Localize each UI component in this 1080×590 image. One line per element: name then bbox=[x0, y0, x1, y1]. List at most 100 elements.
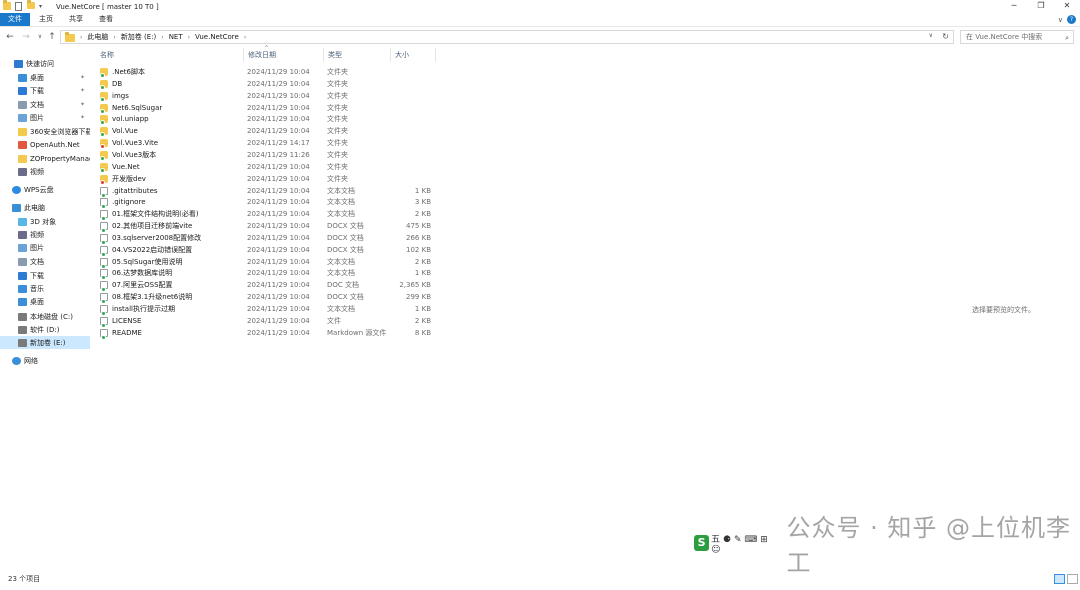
sidebar-item[interactable]: 新加卷 (E:) bbox=[0, 336, 90, 349]
file-row[interactable]: 02.其他项目迁移前端vite 2024/11/29 10:04 DOCX 文档 47… bbox=[96, 220, 440, 234]
file-size: 1 KB bbox=[414, 186, 431, 195]
document-icon bbox=[18, 100, 27, 109]
file-row[interactable]: install执行提示过期 2024/11/29 10:04 文本文档 1 KB bbox=[96, 303, 440, 316]
large-icons-view-button[interactable] bbox=[1067, 574, 1078, 584]
folder-icon bbox=[100, 91, 108, 102]
sidebar-item-label: 软件 (D:) bbox=[30, 325, 60, 334]
file-row[interactable]: Vol.Vue3.Vite 2024/11/29 14:17 文件夹 bbox=[96, 137, 440, 150]
tab-share[interactable]: 共享 bbox=[64, 13, 88, 26]
breadcrumb-drive-e[interactable]: 新加卷 (E:) bbox=[121, 32, 156, 42]
folder-icon bbox=[18, 154, 27, 163]
sidebar-item[interactable]: 图片 ✦ bbox=[0, 111, 90, 124]
file-name: Vue.Net bbox=[112, 162, 140, 171]
sidebar-item[interactable]: 桌面 bbox=[0, 295, 90, 308]
file-row[interactable]: DB 2024/11/29 10:04 文件夹 bbox=[96, 78, 440, 90]
back-button[interactable]: ← bbox=[4, 31, 16, 43]
sidebar-item[interactable]: 此电脑 bbox=[0, 201, 90, 214]
sidebar-item[interactable]: 360安全浏览器下载 bbox=[0, 125, 90, 138]
file-icon bbox=[100, 210, 108, 222]
file-name: .gitattributes bbox=[112, 186, 158, 195]
search-input[interactable]: 在 Vue.NetCore 中搜索 ⌕ bbox=[960, 30, 1074, 44]
sidebar-item-label: 下载 bbox=[30, 271, 44, 280]
quick-access-dropdown-icon[interactable]: ▾ bbox=[39, 2, 48, 11]
close-button[interactable]: ✕ bbox=[1054, 0, 1080, 13]
recent-locations-button[interactable]: ∨ bbox=[34, 31, 46, 43]
file-row[interactable]: 08.框架3.1升级net6说明 2024/11/29 10:04 DOCX 文档 2… bbox=[96, 291, 440, 305]
column-header-size[interactable]: 大小 bbox=[391, 48, 436, 62]
sidebar-item[interactable]: 快速访问 bbox=[0, 57, 90, 70]
file-date: 2024/11/29 10:04 bbox=[247, 79, 310, 88]
maximize-button[interactable]: ❐ bbox=[1028, 0, 1054, 13]
sidebar-item[interactable]: 音乐 bbox=[0, 282, 90, 295]
file-type: 文本文档 bbox=[327, 186, 355, 195]
file-row[interactable]: Vue.Net 2024/11/29 10:04 文件夹 bbox=[96, 161, 440, 173]
forward-button[interactable]: → bbox=[20, 31, 32, 43]
sidebar-item[interactable]: 视频 bbox=[0, 165, 90, 178]
file-type: 文本文档 bbox=[327, 305, 355, 313]
file-row[interactable]: README 2024/11/29 10:04 Markdown 源文件 8 KB bbox=[96, 327, 440, 340]
file-row[interactable]: Vol.Vue 2024/11/29 10:04 文件夹 bbox=[96, 125, 440, 138]
file-size bbox=[393, 90, 431, 102]
sidebar-item[interactable]: ZOPropertyManag bbox=[0, 152, 90, 165]
file-row[interactable]: 01.框架文件结构说明(必看) 2024/11/29 10:04 文本文档 2 KB bbox=[96, 208, 440, 222]
sidebar-item[interactable]: 图片 bbox=[0, 241, 90, 254]
column-header-type[interactable]: 类型 bbox=[324, 48, 391, 62]
sidebar-item[interactable]: 下载 ✦ bbox=[0, 84, 90, 97]
file-size bbox=[393, 161, 431, 173]
address-dropdown-icon[interactable]: ∨ bbox=[929, 32, 933, 39]
breadcrumb-net[interactable]: NET bbox=[169, 33, 183, 41]
breadcrumb-this-pc[interactable]: 此电脑 bbox=[87, 32, 108, 42]
address-bar[interactable]: › 此电脑 › 新加卷 (E:) › NET › Vue.NetCore › ∨… bbox=[60, 30, 954, 44]
search-icon[interactable]: ⌕ bbox=[1065, 32, 1069, 44]
file-row[interactable]: 07.阿里云OSS配置 2024/11/29 10:04 DOC 文档 2,365 K… bbox=[96, 279, 440, 293]
ribbon-expand-icon[interactable]: ∨ bbox=[1058, 16, 1063, 24]
file-row[interactable]: .gitattributes 2024/11/29 10:04 文本文档 1 KB bbox=[96, 185, 440, 198]
file-row[interactable]: 04.VS2022启动错误配置 2024/11/29 10:04 DOCX 文档 10… bbox=[96, 244, 440, 257]
drive-icon bbox=[18, 312, 27, 321]
file-row[interactable]: 03.sqlserver2008配置修改 2024/11/29 10:04 DOCX… bbox=[96, 232, 440, 245]
tab-file[interactable]: 文件 bbox=[0, 13, 30, 26]
sidebar-item[interactable]: WPS云盘 bbox=[0, 183, 90, 196]
breadcrumb-vue-netcore[interactable]: Vue.NetCore bbox=[195, 33, 239, 41]
file-row[interactable]: .gitignore 2024/11/29 10:04 文本文档 3 KB bbox=[96, 196, 440, 210]
sidebar-item[interactable]: 本地磁盘 (C:) bbox=[0, 310, 90, 323]
details-view-button[interactable] bbox=[1054, 574, 1065, 584]
up-button[interactable]: ↑ bbox=[46, 31, 58, 43]
help-icon[interactable]: ? bbox=[1067, 15, 1076, 24]
file-row[interactable]: imgs 2024/11/29 10:04 文件夹 bbox=[96, 90, 440, 102]
sidebar-item[interactable]: 下载 bbox=[0, 269, 90, 282]
sidebar-item[interactable]: 桌面 ✦ bbox=[0, 71, 90, 84]
sidebar-item[interactable]: 文档 bbox=[0, 255, 90, 268]
minimize-button[interactable]: ─ bbox=[1001, 0, 1027, 13]
file-type: 文件夹 bbox=[327, 127, 348, 136]
sidebar-item[interactable]: 3D 对象 bbox=[0, 215, 90, 228]
cube-icon bbox=[18, 217, 27, 226]
column-header-name[interactable]: 名称 bbox=[96, 48, 244, 62]
sidebar-item-label: 文档 bbox=[30, 257, 44, 266]
properties-icon[interactable] bbox=[15, 2, 24, 11]
file-size bbox=[393, 137, 431, 149]
sidebar-item[interactable]: 软件 (D:) bbox=[0, 323, 90, 336]
tab-view[interactable]: 查看 bbox=[94, 13, 118, 26]
file-icon bbox=[100, 316, 108, 328]
column-header-date[interactable]: 修改日期 bbox=[244, 48, 324, 62]
sidebar-item[interactable]: OpenAuth.Net bbox=[0, 138, 90, 151]
file-row[interactable]: Vol.Vue3版本 2024/11/29 11:26 文件夹 bbox=[96, 149, 440, 161]
breadcrumb-separator: › bbox=[113, 33, 116, 41]
file-row[interactable]: 06.达梦数据库说明 2024/11/29 10:04 文本文档 1 KB bbox=[96, 267, 440, 281]
new-folder-icon[interactable] bbox=[27, 0, 36, 11]
file-row[interactable]: 05.SqlSugar使用说明 2024/11/29 10:04 文本文档 2 KB bbox=[96, 256, 440, 269]
network-icon bbox=[12, 356, 21, 365]
sidebar-item-label: 快速访问 bbox=[26, 59, 54, 68]
sidebar-item[interactable]: 视频 bbox=[0, 228, 90, 241]
file-row[interactable]: 开发版dev 2024/11/29 10:04 文件夹 bbox=[96, 173, 440, 185]
address-row: ← → ∨ ↑ › 此电脑 › 新加卷 (E:) › NET › Vue.Net… bbox=[0, 28, 1080, 46]
tab-home[interactable]: 主页 bbox=[34, 13, 58, 26]
file-row[interactable]: .Net6脚本 2024/11/29 10:04 文件夹 bbox=[96, 66, 440, 78]
sidebar-item[interactable]: 网络 bbox=[0, 354, 90, 367]
file-row[interactable]: LICENSE 2024/11/29 10:04 文件 2 KB bbox=[96, 315, 440, 328]
file-row[interactable]: Net6.SqlSugar 2024/11/29 10:04 文件夹 bbox=[96, 102, 440, 114]
refresh-icon[interactable]: ↻ bbox=[942, 32, 949, 41]
file-row[interactable]: vol.uniapp 2024/11/29 10:04 文件夹 bbox=[96, 113, 440, 126]
sidebar-item[interactable]: 文档 ✦ bbox=[0, 98, 90, 111]
